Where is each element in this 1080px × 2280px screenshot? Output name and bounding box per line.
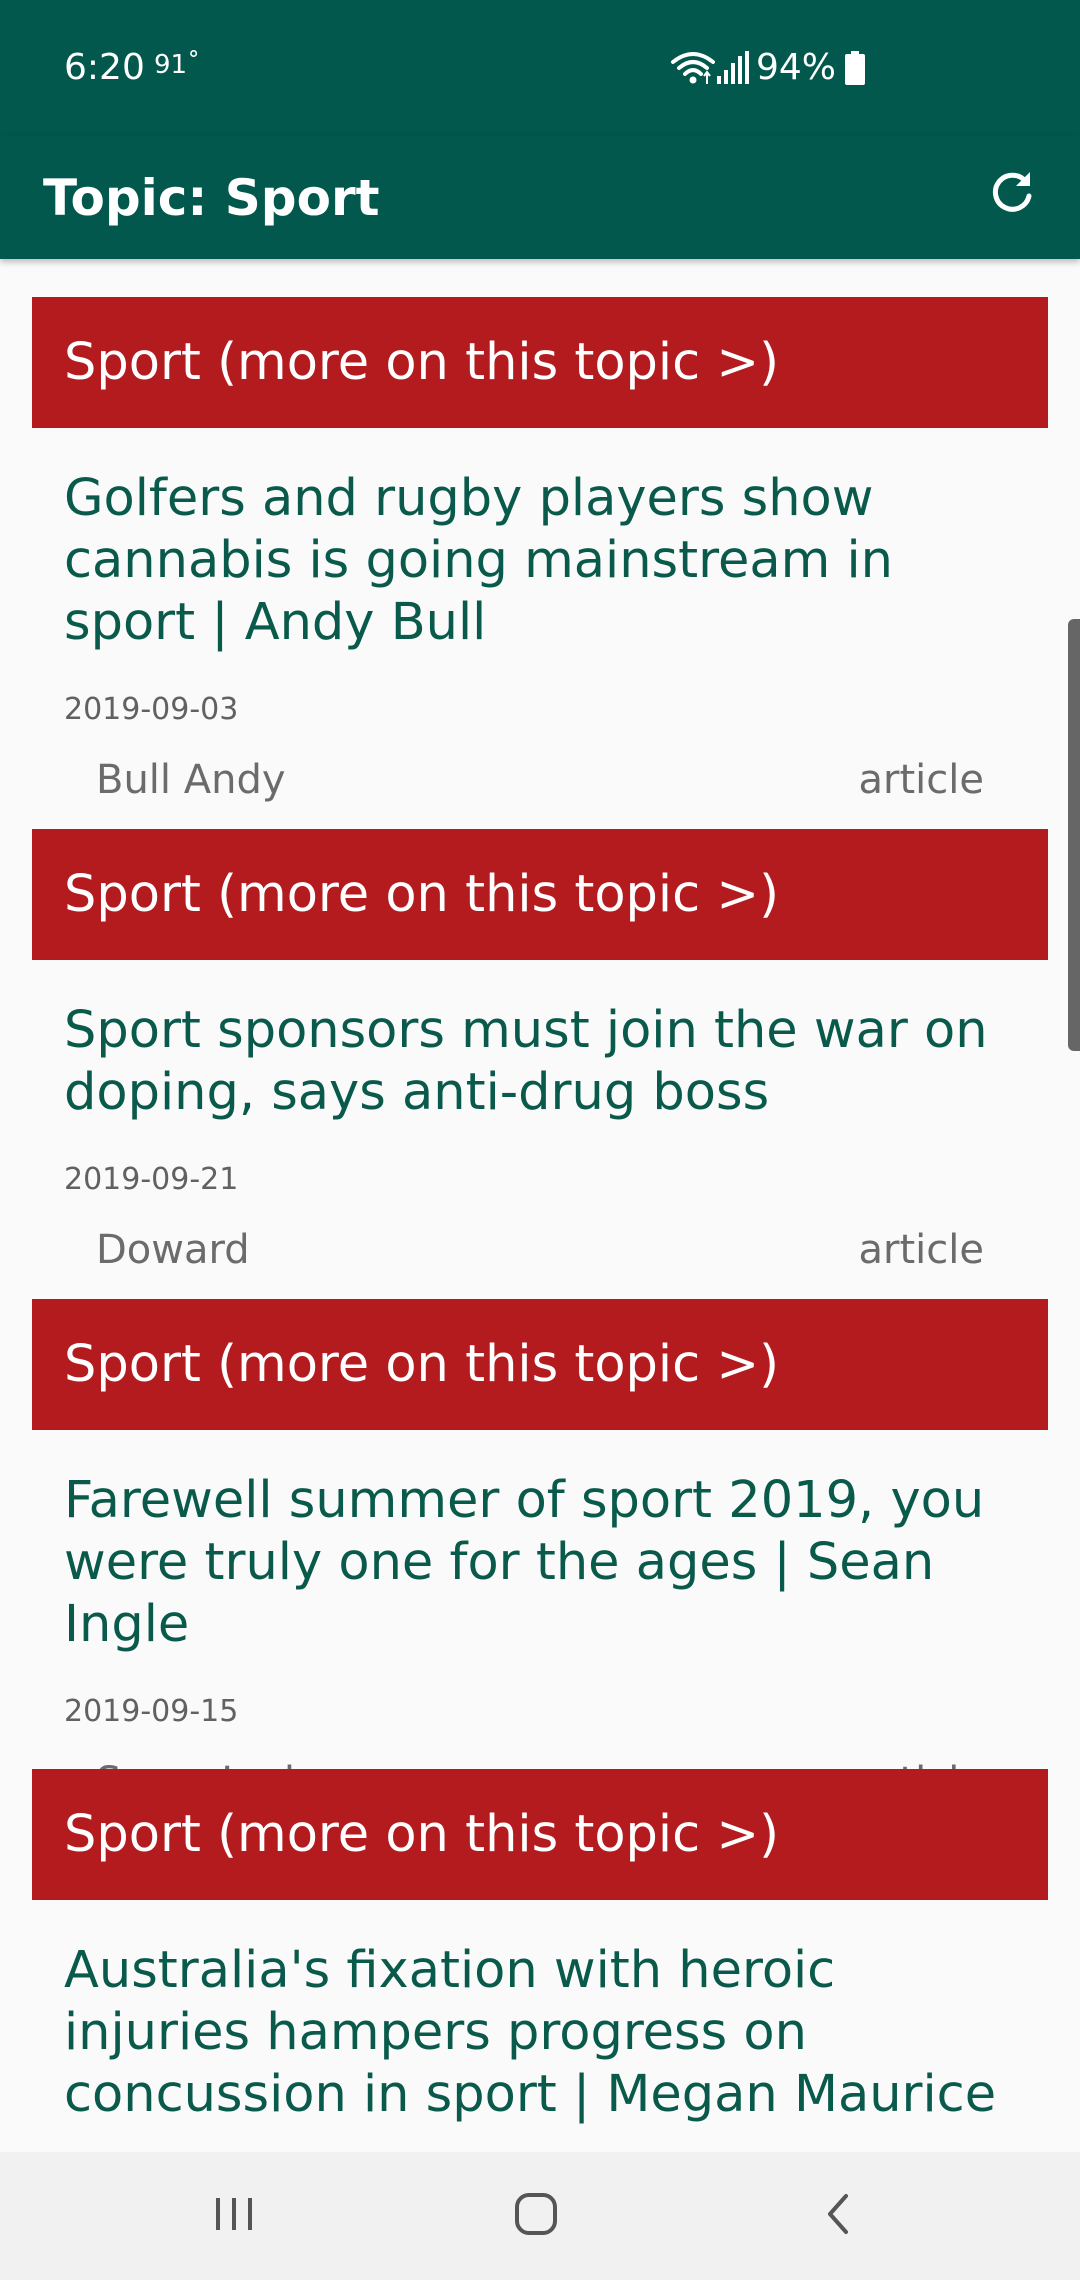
battery-icon: [844, 51, 866, 85]
article-meta: Doward article: [32, 1228, 1048, 1272]
article-date: 2019-09-03: [64, 692, 239, 727]
battery-percentage: 94%: [755, 47, 836, 88]
home-icon: [514, 2192, 558, 2240]
page-title: Topic: Sport: [43, 169, 380, 227]
topic-link[interactable]: Sport (more on this topic >): [32, 829, 1048, 960]
status-bar: 6:20 91˚ 94%: [0, 0, 1080, 136]
recent-apps-icon: [212, 2194, 256, 2238]
home-button[interactable]: [496, 2176, 576, 2256]
topic-link[interactable]: Sport (more on this topic >): [32, 1769, 1048, 1900]
status-time: 6:20: [64, 47, 145, 88]
refresh-button[interactable]: [980, 162, 1044, 226]
status-icons: 94%: [670, 46, 866, 90]
article-card[interactable]: Sport (more on this topic >) Golfers and…: [32, 297, 1048, 802]
app-bar: Topic: Sport: [0, 136, 1080, 259]
topic-link[interactable]: Sport (more on this topic >): [32, 297, 1048, 428]
wifi-icon: [670, 48, 716, 88]
article-date: 2019-09-21: [64, 1162, 239, 1197]
article-author: Doward: [96, 1227, 250, 1273]
article-card[interactable]: Sport (more on this topic >) Sport spons…: [32, 829, 1048, 1272]
article-card[interactable]: Sport (more on this topic >) Australia's…: [32, 1769, 1048, 2126]
article-type: article: [858, 1227, 984, 1273]
article-headline[interactable]: Golfers and rugby players show cannabis …: [64, 468, 1016, 654]
scrollbar[interactable]: [1068, 619, 1080, 1051]
back-button[interactable]: [798, 2176, 878, 2256]
navigation-bar: [0, 2152, 1080, 2280]
article-headline[interactable]: Australia's fixation with heroic injurie…: [64, 1940, 1016, 2126]
article-list[interactable]: Sport (more on this topic >) Golfers and…: [0, 259, 1080, 2152]
refresh-icon: [988, 168, 1036, 220]
article-card[interactable]: Sport (more on this topic >) Farewell su…: [32, 1299, 1048, 1804]
article-type: article: [858, 757, 984, 803]
article-headline[interactable]: Sport sponsors must join the war on dopi…: [64, 1000, 1016, 1124]
article-headline[interactable]: Farewell summer of sport 2019, you were …: [64, 1470, 1016, 1656]
status-temperature: 91˚: [154, 50, 201, 80]
recent-apps-button[interactable]: [194, 2176, 274, 2256]
signal-icon: [716, 50, 750, 86]
back-icon: [818, 2192, 858, 2240]
article-meta: Bull Andy article: [32, 758, 1048, 802]
article-date: 2019-09-15: [64, 1694, 239, 1729]
topic-link[interactable]: Sport (more on this topic >): [32, 1299, 1048, 1430]
article-author: Bull Andy: [96, 757, 286, 803]
